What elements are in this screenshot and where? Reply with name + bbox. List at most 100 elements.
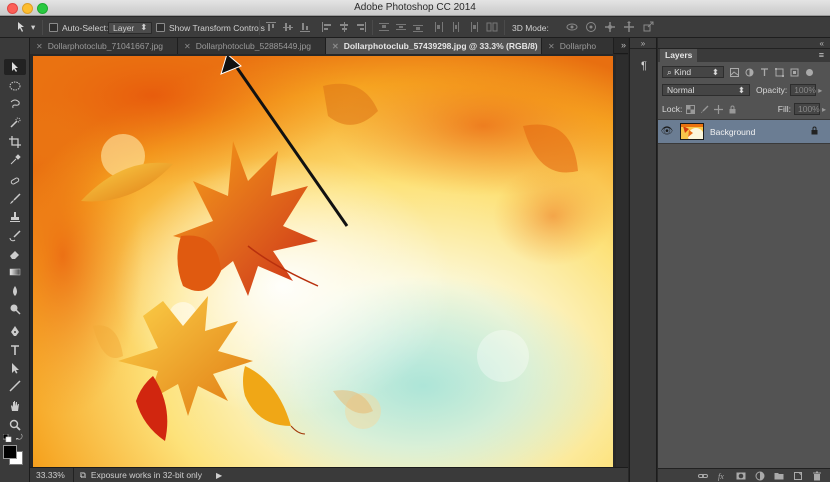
layers-panel-tab[interactable]: Layers: [660, 49, 698, 62]
marquee-tool-icon[interactable]: [4, 78, 26, 94]
tab-label: Dollarphotoclub_57439298.jpg @ 33.3% (RG…: [343, 41, 538, 51]
auto-align-icon[interactable]: [486, 21, 498, 33]
foreground-color-swatch[interactable]: [3, 445, 17, 459]
opacity-arrow-icon[interactable]: ▸: [818, 86, 822, 95]
align-bottom-icon[interactable]: [299, 21, 311, 33]
orbit-3d-icon[interactable]: [566, 21, 578, 33]
line-tool-icon[interactable]: [4, 378, 26, 394]
visibility-eye-icon[interactable]: 👁: [658, 126, 676, 137]
healing-brush-icon[interactable]: [4, 173, 26, 189]
filter-smart-object-icon[interactable]: [790, 68, 799, 77]
lock-transparent-icon[interactable]: [686, 104, 696, 114]
tab-label: Dollarphotoclub_71041667.jpg: [47, 41, 164, 51]
type-tool-icon[interactable]: [4, 342, 26, 358]
tabs-overflow-icon[interactable]: »: [621, 40, 626, 50]
tab-document-2[interactable]: ✕ Dollarphotoclub_52885449.jpg: [178, 38, 326, 54]
lasso-tool-icon[interactable]: [4, 96, 26, 112]
paragraph-panel-icon[interactable]: ¶: [638, 60, 650, 72]
tab-document-3[interactable]: ✕ Dollarphotoclub_57439298.jpg @ 33.3% (…: [326, 38, 542, 54]
link-layers-icon[interactable]: [698, 471, 708, 481]
status-menu-arrow-icon[interactable]: ▶: [216, 471, 222, 480]
align-left-icon[interactable]: [321, 21, 333, 33]
blur-tool-icon[interactable]: [4, 283, 26, 299]
distribute-left-icon[interactable]: [433, 21, 445, 33]
lock-position-icon[interactable]: [714, 104, 724, 114]
close-tab-icon[interactable]: ✕: [332, 42, 339, 51]
preset-dropdown-icon[interactable]: ▾: [31, 21, 35, 34]
move-tool-icon[interactable]: [4, 59, 26, 75]
eyedropper-tool-icon[interactable]: [4, 152, 26, 168]
opacity-label: Opacity:: [756, 85, 788, 95]
crop-tool-icon[interactable]: [4, 134, 26, 150]
document-canvas[interactable]: [30, 55, 628, 467]
lock-image-icon[interactable]: [700, 105, 709, 114]
show-transform-check-icon[interactable]: [156, 23, 165, 32]
vertical-scrollbar[interactable]: [616, 55, 628, 467]
pan-3d-icon[interactable]: [604, 21, 616, 33]
new-layer-icon[interactable]: [793, 471, 803, 481]
auto-select-dropdown[interactable]: Layer ⬍: [108, 21, 153, 34]
panel-menu-icon[interactable]: ≡: [819, 50, 824, 60]
quick-select-tool-icon[interactable]: [4, 115, 26, 131]
distribute-vcenter-icon[interactable]: [395, 21, 407, 33]
tab-document-4[interactable]: ✕ Dollarpho: [542, 38, 614, 54]
scale-3d-icon[interactable]: [642, 21, 654, 33]
fill-arrow-icon[interactable]: ▸: [822, 105, 826, 114]
zoom-level[interactable]: 33.33%: [30, 467, 74, 482]
layers-panel: « Layers ≡ ⌕ Kind ⬍ Normal ⬍ Opacity: 10…: [658, 38, 830, 482]
hand-tool-icon[interactable]: [4, 398, 26, 414]
history-brush-icon[interactable]: [4, 228, 26, 244]
new-group-icon[interactable]: [774, 471, 784, 481]
filter-adjustment-icon[interactable]: [745, 68, 754, 77]
fill-label: Fill:: [777, 104, 791, 114]
document-tabs: ✕ Dollarphotoclub_71041667.jpg ✕ Dollarp…: [30, 38, 628, 54]
fill-input[interactable]: 100%: [793, 103, 820, 115]
distribute-right-icon[interactable]: [467, 21, 479, 33]
filter-shape-icon[interactable]: [775, 67, 784, 77]
gradient-tool-icon[interactable]: [4, 264, 26, 280]
chevron-down-icon: ⬍: [140, 22, 148, 32]
brush-tool-icon[interactable]: [4, 191, 26, 207]
delete-layer-icon[interactable]: [812, 471, 822, 481]
auto-select-check-icon[interactable]: [49, 23, 58, 32]
blend-mode-value: Normal: [667, 85, 695, 95]
align-hcenter-icon[interactable]: [338, 21, 350, 33]
filter-kind-dropdown[interactable]: ⌕ Kind ⬍: [662, 66, 724, 78]
eraser-tool-icon[interactable]: [4, 246, 26, 262]
close-tab-icon[interactable]: ✕: [184, 42, 191, 51]
zoom-tool-icon[interactable]: [4, 417, 26, 433]
filter-pixel-icon[interactable]: [730, 67, 739, 77]
roll-3d-icon[interactable]: [585, 21, 597, 33]
auto-select-checkbox[interactable]: Auto-Select:: [49, 21, 108, 34]
filter-toggle-icon[interactable]: [805, 68, 814, 77]
layer-style-icon[interactable]: fx: [717, 471, 727, 481]
dodge-tool-icon[interactable]: [4, 301, 26, 317]
distribute-top-icon[interactable]: [378, 21, 390, 33]
collapse-panel-icon[interactable]: «: [658, 38, 830, 49]
default-colors-icon[interactable]: [2, 433, 13, 443]
layers-panel-footer: fx: [658, 468, 830, 482]
align-top-icon[interactable]: [265, 21, 277, 33]
close-tab-icon[interactable]: ✕: [36, 42, 43, 51]
filter-type-icon[interactable]: [760, 67, 769, 77]
align-vcenter-icon[interactable]: [282, 21, 294, 33]
add-mask-icon[interactable]: [736, 471, 746, 481]
slide-3d-icon[interactable]: [623, 21, 635, 33]
show-transform-controls-checkbox[interactable]: Show Transform Controls: [156, 21, 265, 34]
clone-stamp-icon[interactable]: [4, 209, 26, 225]
layer-row-background[interactable]: 👁 Background: [658, 119, 830, 144]
tab-document-1[interactable]: ✕ Dollarphotoclub_71041667.jpg: [30, 38, 178, 54]
lock-all-icon[interactable]: [728, 105, 737, 114]
align-right-icon[interactable]: [355, 21, 367, 33]
opacity-input[interactable]: 100%: [790, 84, 817, 96]
adjustment-layer-icon[interactable]: [755, 471, 765, 481]
path-select-icon[interactable]: [4, 360, 26, 376]
distribute-bottom-icon[interactable]: [412, 21, 424, 33]
close-tab-icon[interactable]: ✕: [548, 42, 555, 51]
blend-mode-dropdown[interactable]: Normal ⬍: [662, 84, 750, 96]
distribute-hcenter-icon[interactable]: [450, 21, 462, 33]
pen-tool-icon[interactable]: [4, 323, 26, 339]
move-tool-preset-icon[interactable]: [16, 21, 28, 33]
expand-dock-icon[interactable]: »: [630, 38, 656, 49]
swap-colors-icon[interactable]: ⤾: [16, 433, 23, 443]
